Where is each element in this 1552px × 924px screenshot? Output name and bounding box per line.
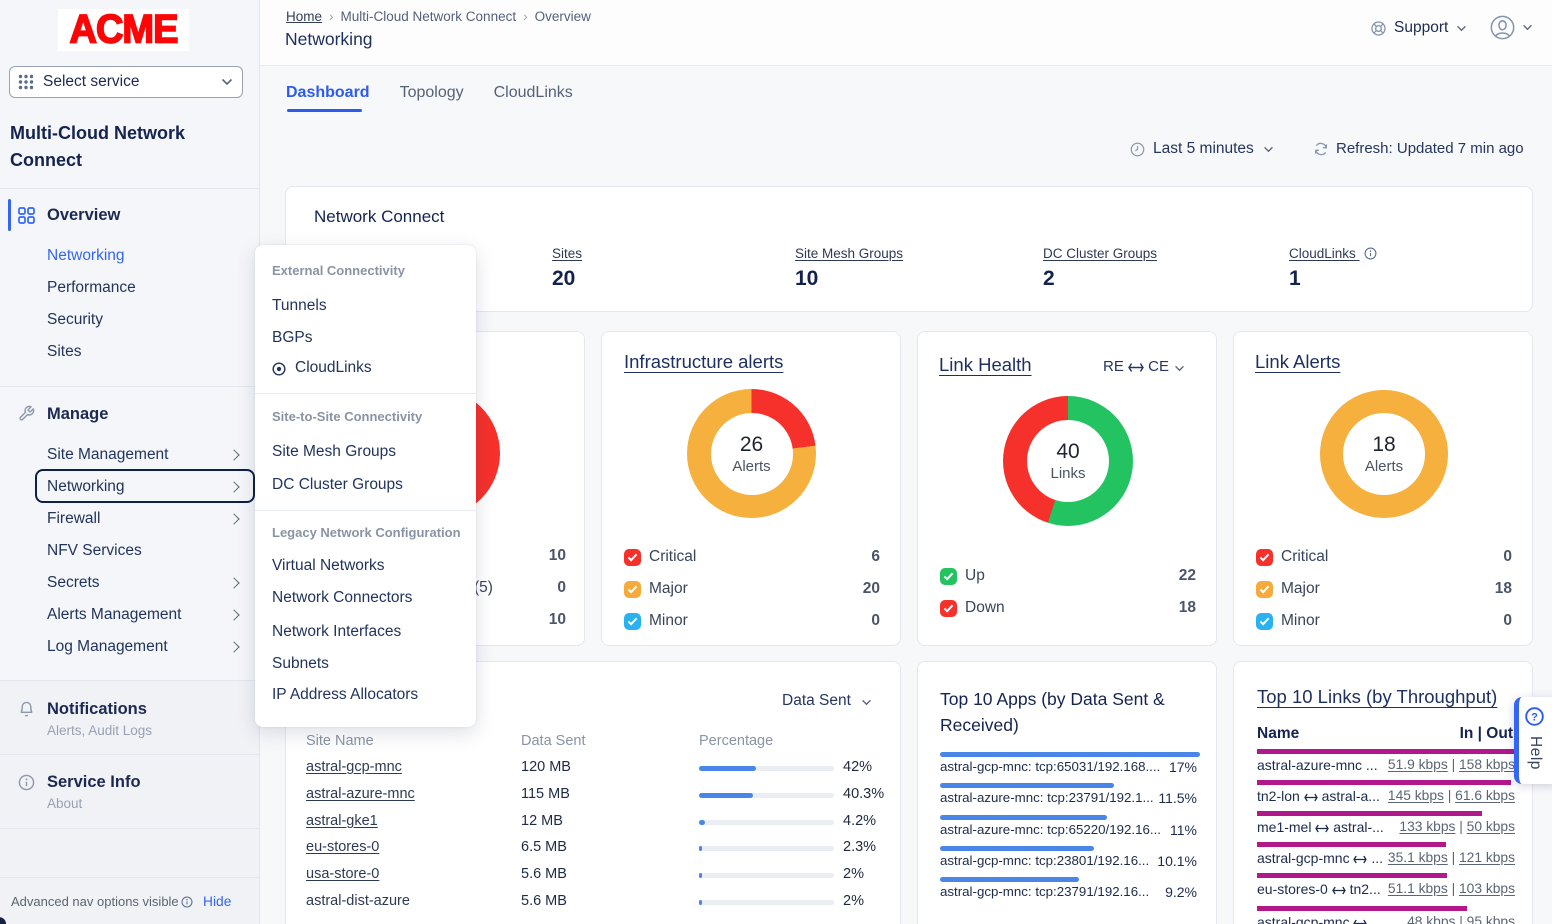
svg-text:?: ?: [1531, 711, 1538, 723]
